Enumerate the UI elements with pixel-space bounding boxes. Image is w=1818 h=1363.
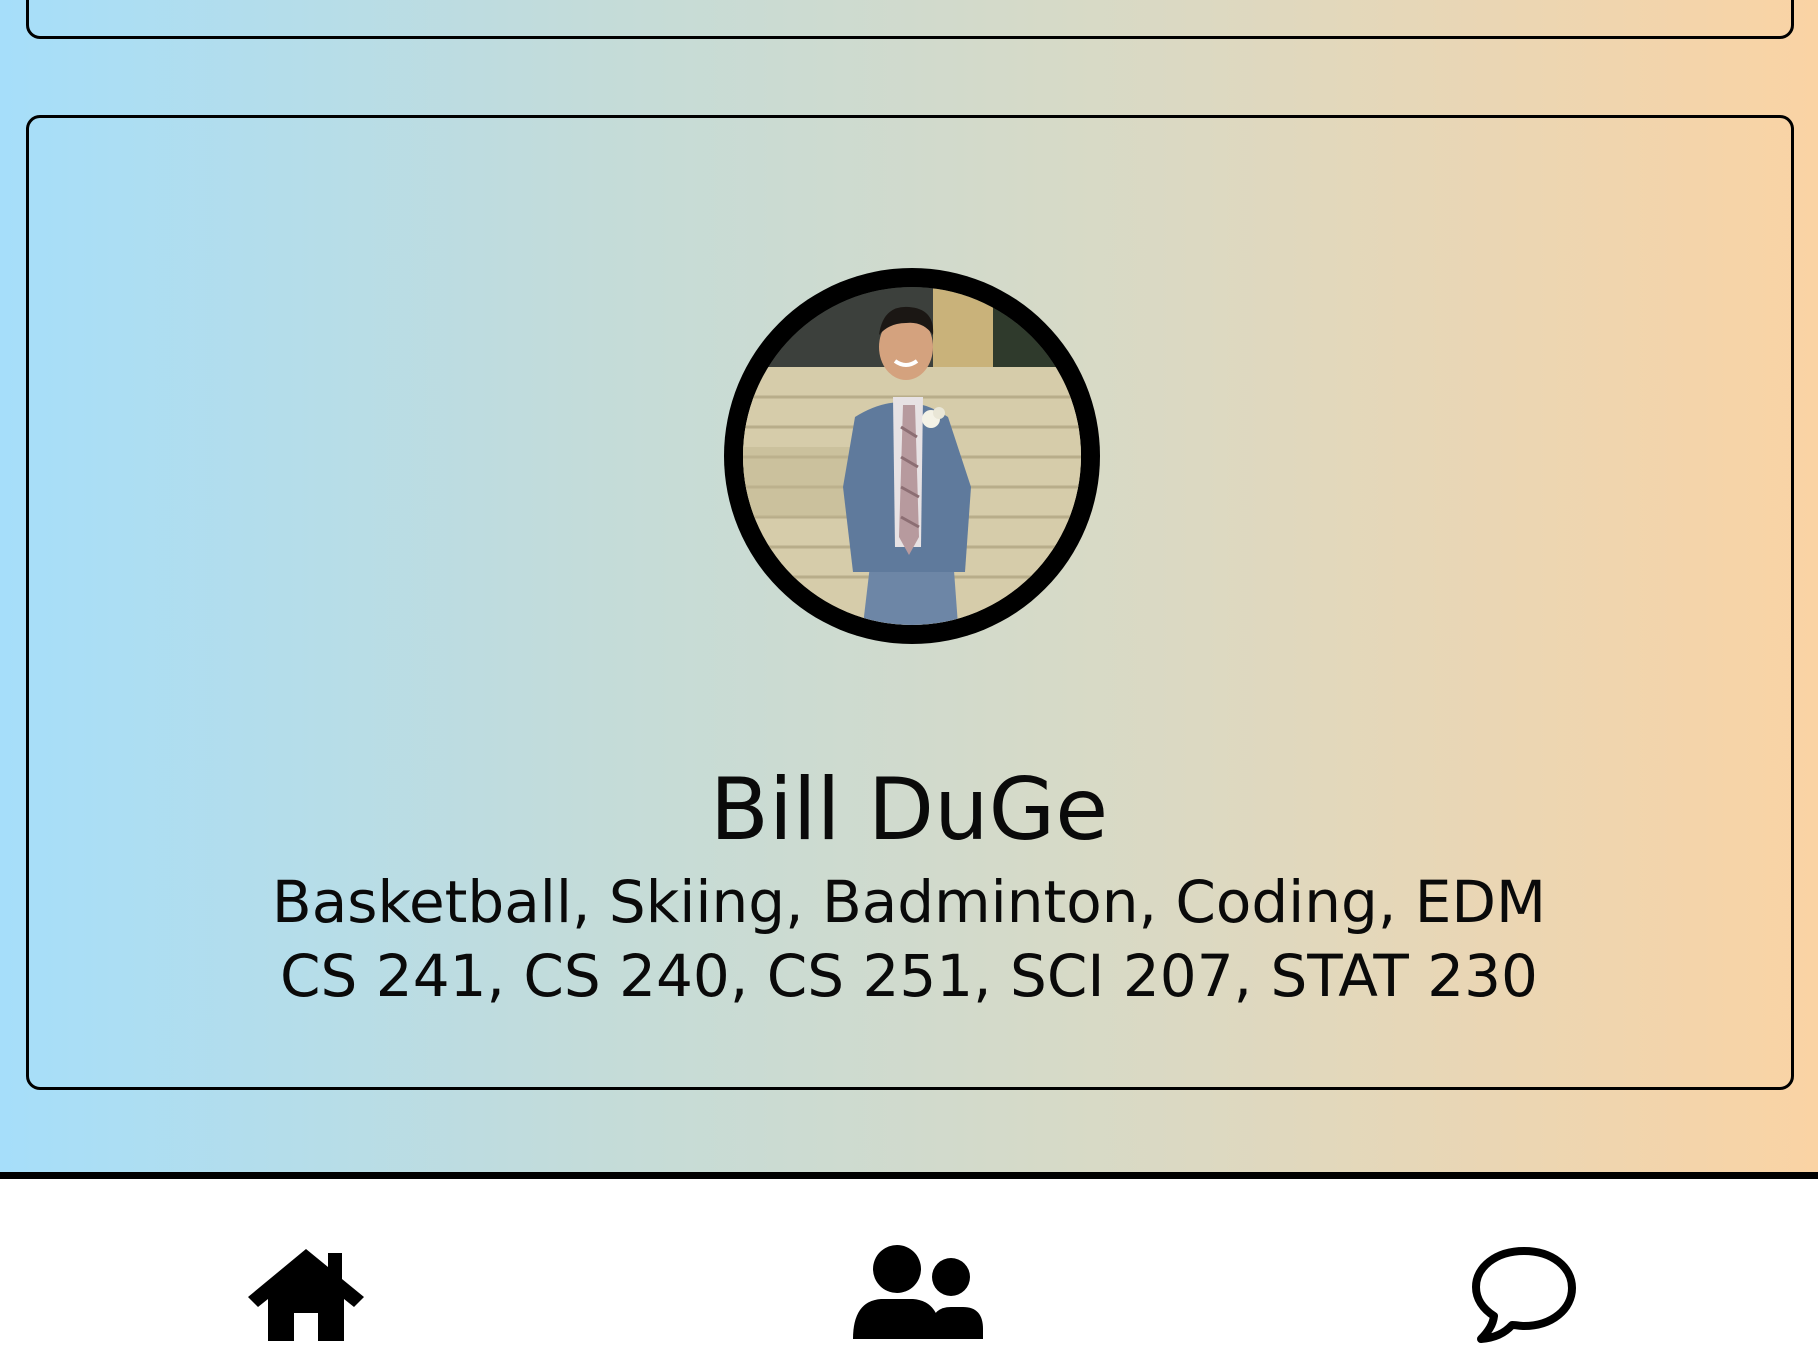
nav-home-button[interactable]: [236, 1243, 376, 1353]
avatar-photo: [743, 287, 1081, 625]
nav-people-button[interactable]: [848, 1243, 988, 1353]
chat-bubble-icon: [1472, 1247, 1576, 1343]
profile-courses: CS 241, CS 240, CS 251, SCI 207, STAT 23…: [280, 942, 1538, 1010]
profile-name: Bill DuGe: [709, 760, 1109, 860]
profile-avatar: [724, 268, 1100, 644]
bottom-navigation-bar: [0, 1172, 1818, 1363]
previous-profile-card: [26, 0, 1794, 39]
home-icon: [248, 1249, 364, 1341]
profile-interests: Basketball, Skiing, Badminton, Coding, E…: [271, 868, 1547, 936]
nav-chat-button[interactable]: [1454, 1243, 1594, 1353]
users-icon: [853, 1245, 983, 1339]
